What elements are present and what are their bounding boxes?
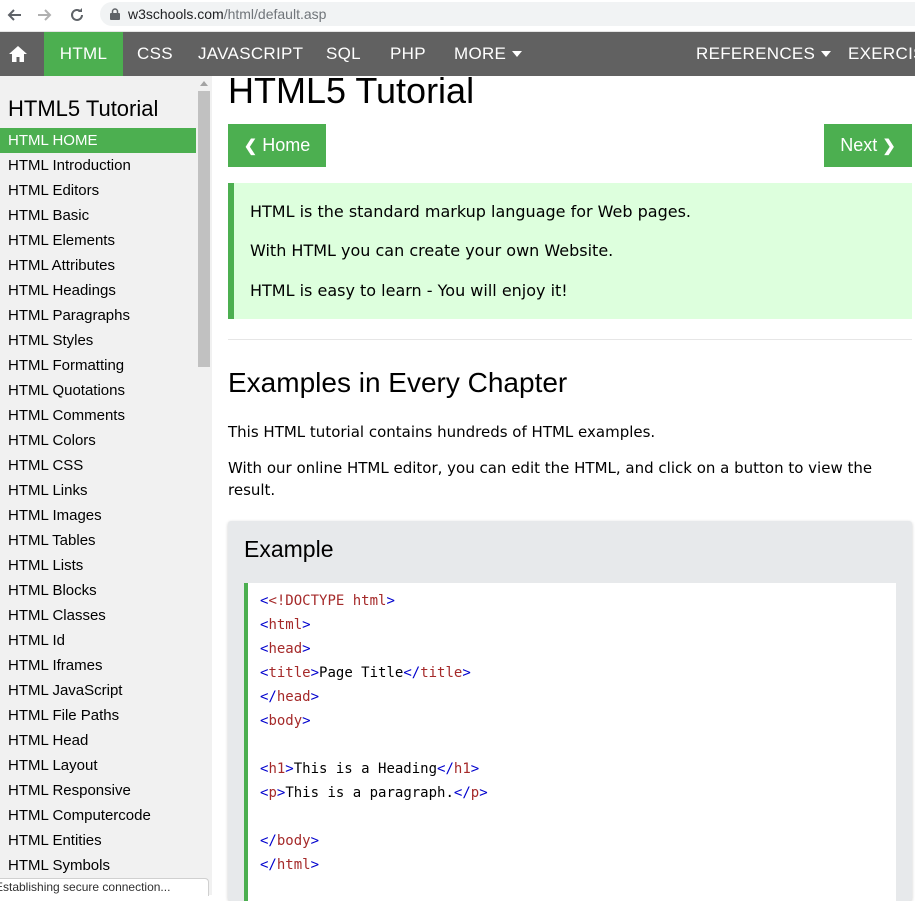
code-token: html (352, 593, 387, 609)
sidebar-item-html-attributes[interactable]: HTML Attributes (0, 253, 196, 278)
sidebar-item-html-links[interactable]: HTML Links (0, 478, 196, 503)
forward-arrow-icon[interactable] (33, 3, 57, 27)
status-text: Establishing secure connection... (0, 880, 171, 894)
url-host: w3schools.com (128, 6, 224, 22)
sidebar-item-html-home[interactable]: HTML HOME (0, 128, 196, 153)
example-box: Example <<!DOCTYPE html> <html> <head> <… (228, 521, 912, 901)
nav-references-label: REFERENCES (696, 44, 816, 63)
sidebar-item-html-id[interactable]: HTML Id (0, 628, 196, 653)
sidebar-item-html-editors[interactable]: HTML Editors (0, 178, 196, 203)
caret-down-icon (512, 51, 523, 57)
code-line: <title>Page Title</title> (260, 665, 471, 681)
sidebar-item-html-formatting[interactable]: HTML Formatting (0, 353, 196, 378)
status-bar: Establishing secure connection... (0, 878, 209, 896)
sidebar-item-html-computercode[interactable]: HTML Computercode (0, 803, 196, 828)
code-line: <p>This is a paragraph.</p> (260, 785, 488, 801)
nav-css[interactable]: CSS (137, 32, 173, 76)
code-token: h1 (268, 761, 286, 777)
reload-icon[interactable] (65, 3, 89, 27)
code-line: <<!DOCTYPE html> (260, 593, 395, 609)
sidebar-item-html-lists[interactable]: HTML Lists (0, 553, 196, 578)
code-token: body (276, 833, 311, 849)
code-token: title (420, 665, 463, 681)
sidebar-list: HTML HOME HTML Introduction HTML Editors… (0, 128, 196, 878)
caret-down-icon (821, 51, 832, 57)
example-title: Example (244, 536, 334, 562)
sidebar-item-html-paragraphs[interactable]: HTML Paragraphs (0, 303, 196, 328)
back-arrow-icon[interactable] (2, 3, 26, 27)
code-token: p (268, 785, 277, 801)
sidebar-item-html-blocks[interactable]: HTML Blocks (0, 578, 196, 603)
sidebar-item-html-css[interactable]: HTML CSS (0, 453, 196, 478)
code-token: p (470, 785, 480, 801)
sidebar-item-html-styles[interactable]: HTML Styles (0, 328, 196, 353)
sidebar-item-html-classes[interactable]: HTML Classes (0, 603, 196, 628)
sidebar-item-html-introduction[interactable]: HTML Introduction (0, 153, 196, 178)
url-path: /html/default.asp (223, 6, 327, 22)
paragraph-1: This HTML tutorial contains hundreds of … (228, 423, 656, 441)
chevron-left-icon: ❮ (243, 137, 258, 155)
sidebar-item-html-comments[interactable]: HTML Comments (0, 403, 196, 428)
sidebar-item-html-symbols[interactable]: HTML Symbols (0, 853, 196, 878)
code-line: <body> (260, 713, 311, 729)
code-token: head (276, 689, 311, 705)
next-button-label: Next (840, 135, 878, 155)
sidebar-item-html-tables[interactable]: HTML Tables (0, 528, 196, 553)
sidebar-item-html-quotations[interactable]: HTML Quotations (0, 378, 196, 403)
code-token: This is a Heading (293, 761, 438, 777)
code-token: head (268, 641, 303, 657)
code-token: body (268, 713, 303, 729)
sidebar-item-html-javascript[interactable]: HTML JavaScript (0, 678, 196, 703)
section-heading: Examples in Every Chapter (228, 367, 568, 398)
code-token: h1 (453, 761, 471, 777)
code-line: <html> (260, 617, 311, 633)
address-bar[interactable]: w3schools.com/html/default.asp (100, 2, 915, 26)
code-token: <!DOCTYPE (268, 593, 345, 609)
nav-exercises[interactable]: EXERCIS (848, 32, 915, 76)
sidebar: HTML5 Tutorial HTML HOME HTML Introducti… (0, 76, 212, 895)
code-line: </html> (260, 857, 320, 873)
sidebar-item-html-colors[interactable]: HTML Colors (0, 428, 196, 453)
code-token: Page Title (319, 665, 404, 681)
code-token: html (268, 617, 303, 633)
home-icon[interactable] (0, 32, 36, 76)
intro-note: HTML is the standard markup language for… (228, 183, 912, 319)
divider (228, 339, 912, 340)
sidebar-item-html-head[interactable]: HTML Head (0, 728, 196, 753)
sidebar-item-html-iframes[interactable]: HTML Iframes (0, 653, 196, 678)
code-line: </body> (260, 833, 320, 849)
code-line: <h1>This is a Heading</h1> (260, 761, 480, 777)
sidebar-item-html-file-paths[interactable]: HTML File Paths (0, 703, 196, 728)
sidebar-item-html-images[interactable]: HTML Images (0, 503, 196, 528)
sidebar-item-html-basic[interactable]: HTML Basic (0, 203, 196, 228)
sidebar-item-html-elements[interactable]: HTML Elements (0, 228, 196, 253)
sidebar-item-html-layout[interactable]: HTML Layout (0, 753, 196, 778)
sidebar-scroll-thumb[interactable] (198, 91, 210, 367)
paragraph-2: With our online HTML editor, you can edi… (228, 459, 873, 499)
code-line: <head> (260, 641, 311, 657)
sidebar-item-html-responsive[interactable]: HTML Responsive (0, 778, 196, 803)
home-button-label: Home (262, 135, 311, 155)
intro-line-2: With HTML you can create your own Websit… (250, 241, 614, 260)
nav-html[interactable]: HTML (44, 32, 123, 76)
intro-line-3: HTML is easy to learn - You will enjoy i… (250, 281, 568, 300)
page-title: HTML5 Tutorial (228, 70, 475, 111)
code-token: title (268, 665, 311, 681)
browser-toolbar: w3schools.com/html/default.asp (0, 0, 915, 32)
sidebar-title: HTML5 Tutorial (8, 96, 159, 121)
next-button[interactable]: Next ❯ (824, 124, 912, 167)
code-line: </head> (260, 689, 320, 705)
intro-line-1: HTML is the standard markup language for… (250, 202, 692, 221)
home-button[interactable]: ❮ Home (228, 124, 326, 167)
lock-icon (110, 8, 120, 20)
code-token: This is a paragraph. (285, 785, 454, 801)
code-token: html (276, 857, 311, 873)
chevron-right-icon: ❯ (882, 137, 896, 155)
nav-references[interactable]: REFERENCES (696, 32, 832, 76)
sidebar-item-html-headings[interactable]: HTML Headings (0, 278, 196, 303)
code-block: <<!DOCTYPE html> <html> <head> <title>Pa… (244, 583, 896, 901)
nav-more-label: MORE (454, 44, 507, 63)
scroll-up-arrow-icon[interactable] (200, 81, 208, 86)
sidebar-item-html-entities[interactable]: HTML Entities (0, 828, 196, 853)
